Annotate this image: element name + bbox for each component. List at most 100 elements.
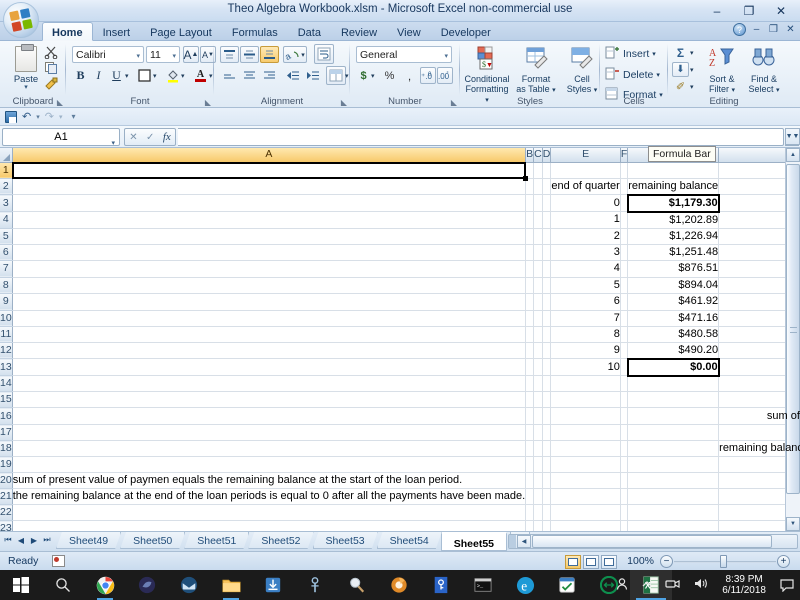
cell-C9[interactable]	[533, 293, 543, 311]
minimize-button[interactable]: –	[702, 1, 732, 21]
cell-A22[interactable]	[12, 504, 527, 521]
font-dialog-launcher[interactable]: ◣	[205, 98, 211, 107]
previous-sheet-button[interactable]: ◀	[15, 536, 27, 545]
first-sheet-button[interactable]: ⏮	[2, 535, 14, 545]
cell-E7[interactable]: 4	[550, 260, 621, 278]
cell-C1[interactable]	[533, 162, 543, 179]
cell-G20[interactable]	[627, 472, 720, 489]
action-center-button[interactable]	[774, 570, 800, 600]
row-header-1[interactable]: 1	[0, 162, 13, 179]
clear-button[interactable]: ✐	[672, 79, 689, 94]
cell-G2[interactable]: remaining balance	[627, 178, 720, 195]
cell-A16[interactable]	[12, 407, 527, 425]
taskbar-download-manager[interactable]	[252, 570, 294, 600]
row-header-19[interactable]: 19	[0, 456, 13, 473]
autosum-button[interactable]: Σ	[672, 45, 689, 60]
cell-C20[interactable]	[533, 472, 543, 489]
cell-C13[interactable]	[533, 358, 543, 376]
cell-F5[interactable]	[620, 228, 629, 245]
decrease-decimal-button[interactable]: .00 ⁺	[437, 67, 453, 84]
cell-E16[interactable]	[550, 407, 621, 425]
cell-B15[interactable]	[525, 391, 535, 408]
underline-dropdown-icon[interactable]: ▾	[125, 72, 129, 80]
cell-C16[interactable]	[533, 407, 543, 425]
tab-home[interactable]: Home	[42, 22, 93, 41]
cell-G14[interactable]	[627, 375, 720, 392]
cell-B12[interactable]	[525, 342, 535, 359]
column-header-F[interactable]: F	[620, 148, 629, 163]
save-button[interactable]	[5, 110, 17, 123]
cell-D3[interactable]	[542, 194, 552, 212]
cell-B7[interactable]	[525, 260, 535, 278]
undo-button[interactable]: ↶	[22, 110, 31, 123]
taskbar-chrome[interactable]	[84, 570, 126, 600]
row-header-15[interactable]: 15	[0, 391, 13, 408]
redo-button[interactable]: ↷	[45, 110, 54, 123]
close-button[interactable]: ✕	[766, 1, 796, 21]
cell-E4[interactable]: 1	[550, 211, 621, 229]
cell-E13[interactable]: 10	[550, 358, 621, 376]
merge-cells-button[interactable]	[326, 66, 346, 85]
zoom-level[interactable]: 100%	[627, 555, 654, 567]
copy-button[interactable]	[44, 61, 61, 76]
cell-B8[interactable]	[525, 277, 535, 294]
cell-B5[interactable]	[525, 228, 535, 245]
cell-B21[interactable]	[525, 488, 535, 505]
cell-C4[interactable]	[533, 211, 543, 229]
cell-D19[interactable]	[542, 456, 552, 473]
row-header-10[interactable]: 10	[0, 310, 13, 327]
cell-F7[interactable]	[620, 260, 629, 278]
cell-E14[interactable]	[550, 375, 621, 392]
conditional-formatting-button[interactable]: $ ▼ Conditional Formatting ▾	[463, 45, 511, 104]
taskbar-magnifier[interactable]	[336, 570, 378, 600]
bold-button[interactable]: B	[72, 67, 89, 84]
sort-and-filter-button[interactable]: A Z Sort & Filter ▾	[700, 45, 744, 97]
cell-D11[interactable]	[542, 326, 552, 343]
cell-B17[interactable]	[525, 424, 535, 441]
fill-handle[interactable]	[523, 175, 529, 181]
cell-F12[interactable]	[620, 342, 629, 359]
cell-B20[interactable]	[525, 472, 535, 489]
row-header-5[interactable]: 5	[0, 228, 13, 245]
cell-D17[interactable]	[542, 424, 552, 441]
cell-A10[interactable]	[12, 310, 527, 327]
cell-A11[interactable]	[12, 326, 527, 343]
cell-D22[interactable]	[542, 504, 552, 521]
number-dialog-launcher[interactable]: ◣	[451, 98, 457, 107]
cell-E22[interactable]	[550, 504, 621, 521]
cell-F2[interactable]	[620, 178, 629, 195]
cell-D8[interactable]	[542, 277, 552, 294]
cell-E9[interactable]: 6	[550, 293, 621, 311]
cell-G5[interactable]: $1,226.94	[627, 228, 720, 245]
spreadsheet-grid[interactable]: A B C D E F G H I J K L M N 1	[0, 148, 800, 537]
scroll-down-button[interactable]: ▼	[786, 517, 800, 531]
row-header-2[interactable]: 2	[0, 178, 13, 195]
cell-B10[interactable]	[525, 310, 535, 327]
font-color-button[interactable]: A	[192, 67, 209, 84]
cell-G3[interactable]: $1,179.30	[626, 193, 720, 213]
cell-C19[interactable]	[533, 456, 543, 473]
cell-F18[interactable]	[620, 440, 629, 457]
tab-review[interactable]: Review	[331, 22, 387, 41]
cell-D15[interactable]	[542, 391, 552, 408]
cell-G10[interactable]: $471.16	[627, 310, 720, 327]
cell-A4[interactable]	[12, 211, 527, 229]
row-header-4[interactable]: 4	[0, 211, 13, 229]
row-header-16[interactable]: 16	[0, 407, 13, 425]
show-hidden-icons-button[interactable]	[635, 578, 659, 593]
search-button[interactable]	[42, 570, 84, 600]
orientation-button[interactable]: a ▾	[283, 46, 307, 63]
enter-formula-button[interactable]: ✓	[146, 132, 154, 143]
row-header-9[interactable]: 9	[0, 293, 13, 311]
clear-dropdown-icon[interactable]: ▾	[690, 83, 694, 91]
doc-close-button[interactable]: ✕	[784, 24, 797, 35]
row-header-12[interactable]: 12	[0, 342, 13, 359]
cell-F14[interactable]	[620, 375, 629, 392]
cell-A3[interactable]	[12, 194, 527, 212]
font-color-dropdown-icon[interactable]: ▾	[209, 72, 213, 80]
cell-F1[interactable]	[620, 162, 629, 179]
cell-G16[interactable]	[627, 407, 720, 425]
sheet-tab-sheet51[interactable]: Sheet51	[184, 532, 249, 549]
align-top-button[interactable]	[220, 46, 239, 63]
volume-icon[interactable]	[687, 577, 714, 593]
